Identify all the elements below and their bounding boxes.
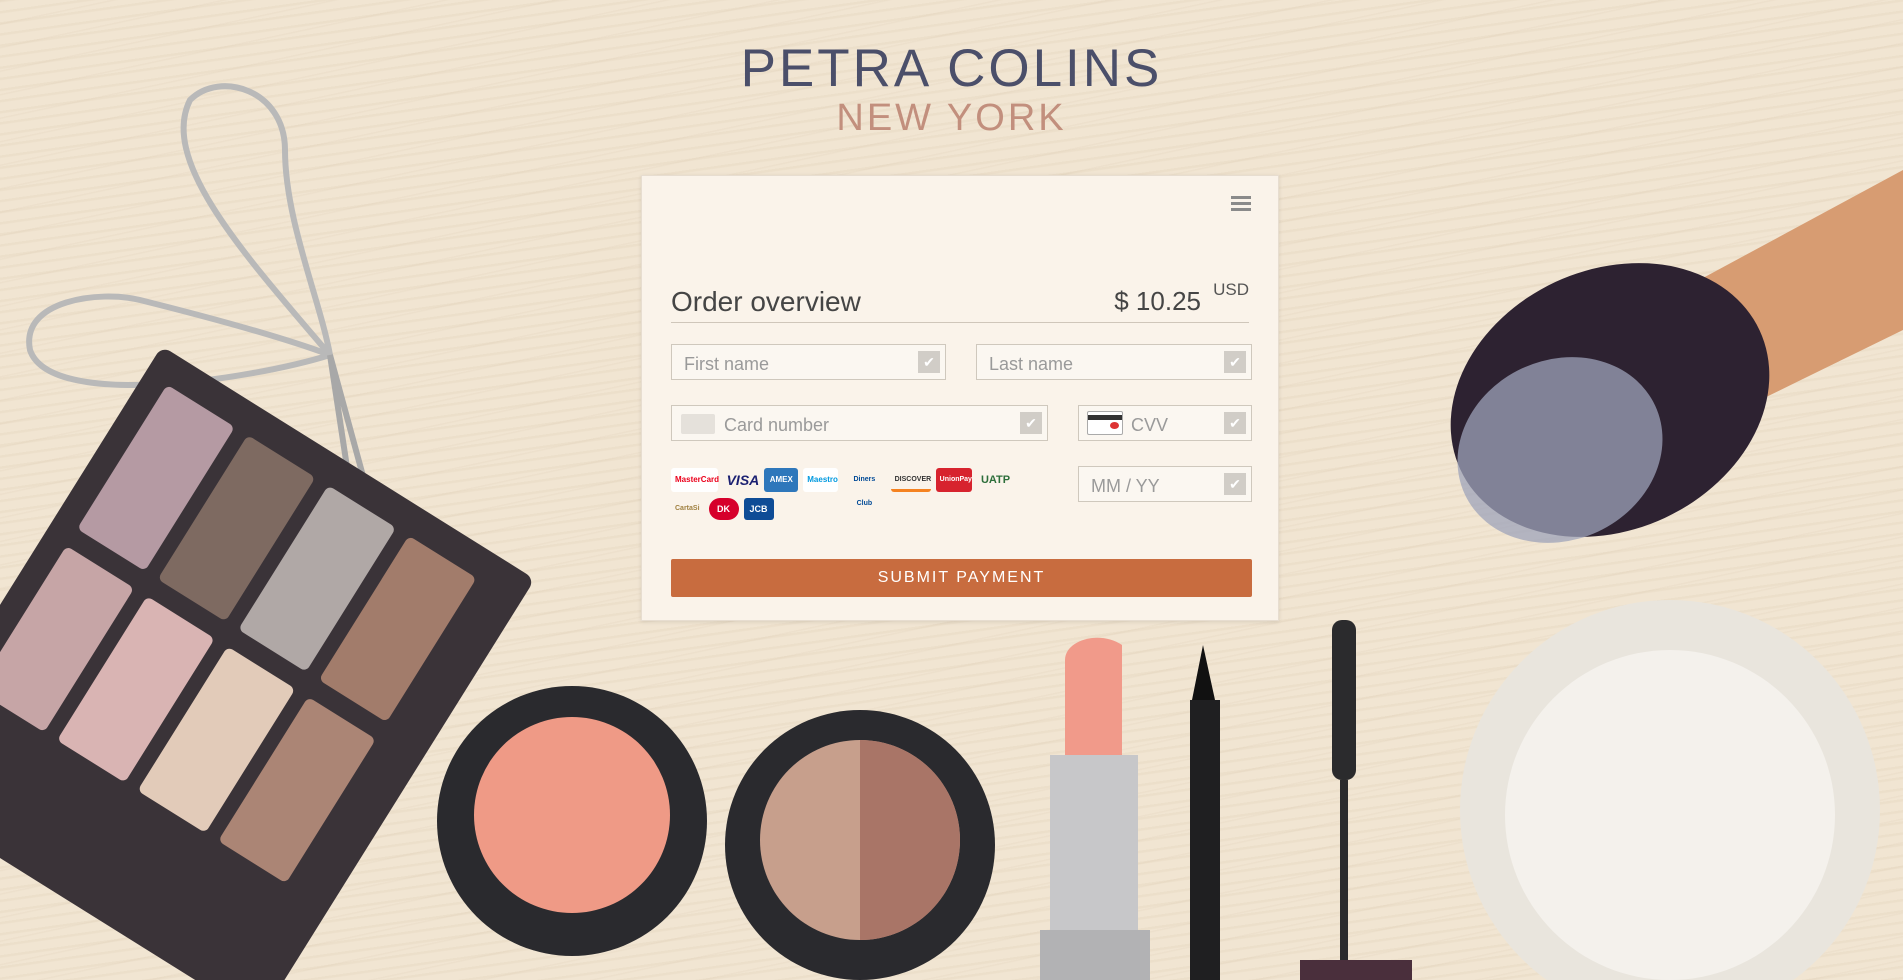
credit-card-icon	[681, 414, 715, 434]
check-icon: ✔	[1224, 351, 1246, 373]
check-icon: ✔	[1224, 473, 1246, 495]
last-name-field: ✔	[976, 344, 1252, 380]
brand-header: PETRA COLINS NEW YORK	[0, 39, 1903, 139]
last-name-input[interactable]	[977, 345, 1251, 379]
dankort-icon: DK	[708, 498, 739, 520]
lipstick-illustration	[1040, 637, 1150, 980]
card-stripe	[1088, 415, 1122, 420]
expiry-field: ✔	[1078, 466, 1252, 502]
menu-bar	[1231, 196, 1251, 199]
powder-jar-illustration	[1460, 600, 1880, 980]
brand-row: MasterCard VISA AMEX Maestro Diners Club…	[671, 468, 1011, 507]
mastercard-icon: MasterCard	[671, 468, 719, 492]
cartasi-icon: CartaSi	[675, 505, 700, 512]
card-back-cvv-icon	[1087, 411, 1123, 435]
diners-icon: Diners Club	[853, 476, 876, 507]
cvv-marker	[1110, 422, 1119, 429]
order-overview-header: Order overview $ 10.25 USD	[671, 280, 1249, 323]
first-name-input[interactable]	[672, 345, 945, 379]
first-name-field: ✔	[671, 344, 946, 380]
unionpay-icon: UnionPay	[935, 468, 972, 492]
order-currency: USD	[1213, 280, 1249, 299]
jcb-icon: JCB	[743, 498, 774, 520]
menu-bar	[1231, 208, 1251, 211]
mascara-illustration	[1300, 620, 1412, 980]
bronzer-compact-illustration	[725, 710, 995, 980]
eyeliner-illustration	[1190, 645, 1220, 980]
brand-row: CartaSi DK JCB	[671, 498, 1011, 520]
brand-city: NEW YORK	[836, 97, 1067, 139]
order-title: Order overview	[671, 286, 861, 317]
makeup-brush-illustration	[1450, 170, 1903, 543]
amex-icon: AMEX	[764, 468, 799, 492]
card-number-field: ✔	[671, 405, 1048, 441]
menu-bar	[1231, 202, 1251, 205]
card-number-input[interactable]	[672, 406, 1047, 440]
menu-icon[interactable]	[1231, 196, 1251, 214]
check-icon: ✔	[918, 351, 940, 373]
submit-payment-button[interactable]: SUBMIT PAYMENT	[671, 559, 1252, 597]
visa-icon: VISA	[726, 472, 760, 488]
cvv-field: ✔	[1078, 405, 1252, 441]
payment-card: Order overview $ 10.25 USD ✔ ✔ ✔ ✔ Maste…	[641, 175, 1279, 621]
brand-name: PETRA COLINS	[740, 39, 1163, 98]
maestro-icon: Maestro	[803, 468, 839, 492]
order-amount: $ 10.25	[1114, 286, 1201, 316]
accepted-card-brands: MasterCard VISA AMEX Maestro Diners Club…	[671, 468, 1011, 526]
blush-compact-illustration	[437, 686, 707, 956]
check-icon: ✔	[1020, 412, 1042, 434]
check-icon: ✔	[1224, 412, 1246, 434]
discover-icon: DISCOVER	[890, 468, 931, 492]
uatp-icon: UATP	[980, 474, 1011, 486]
